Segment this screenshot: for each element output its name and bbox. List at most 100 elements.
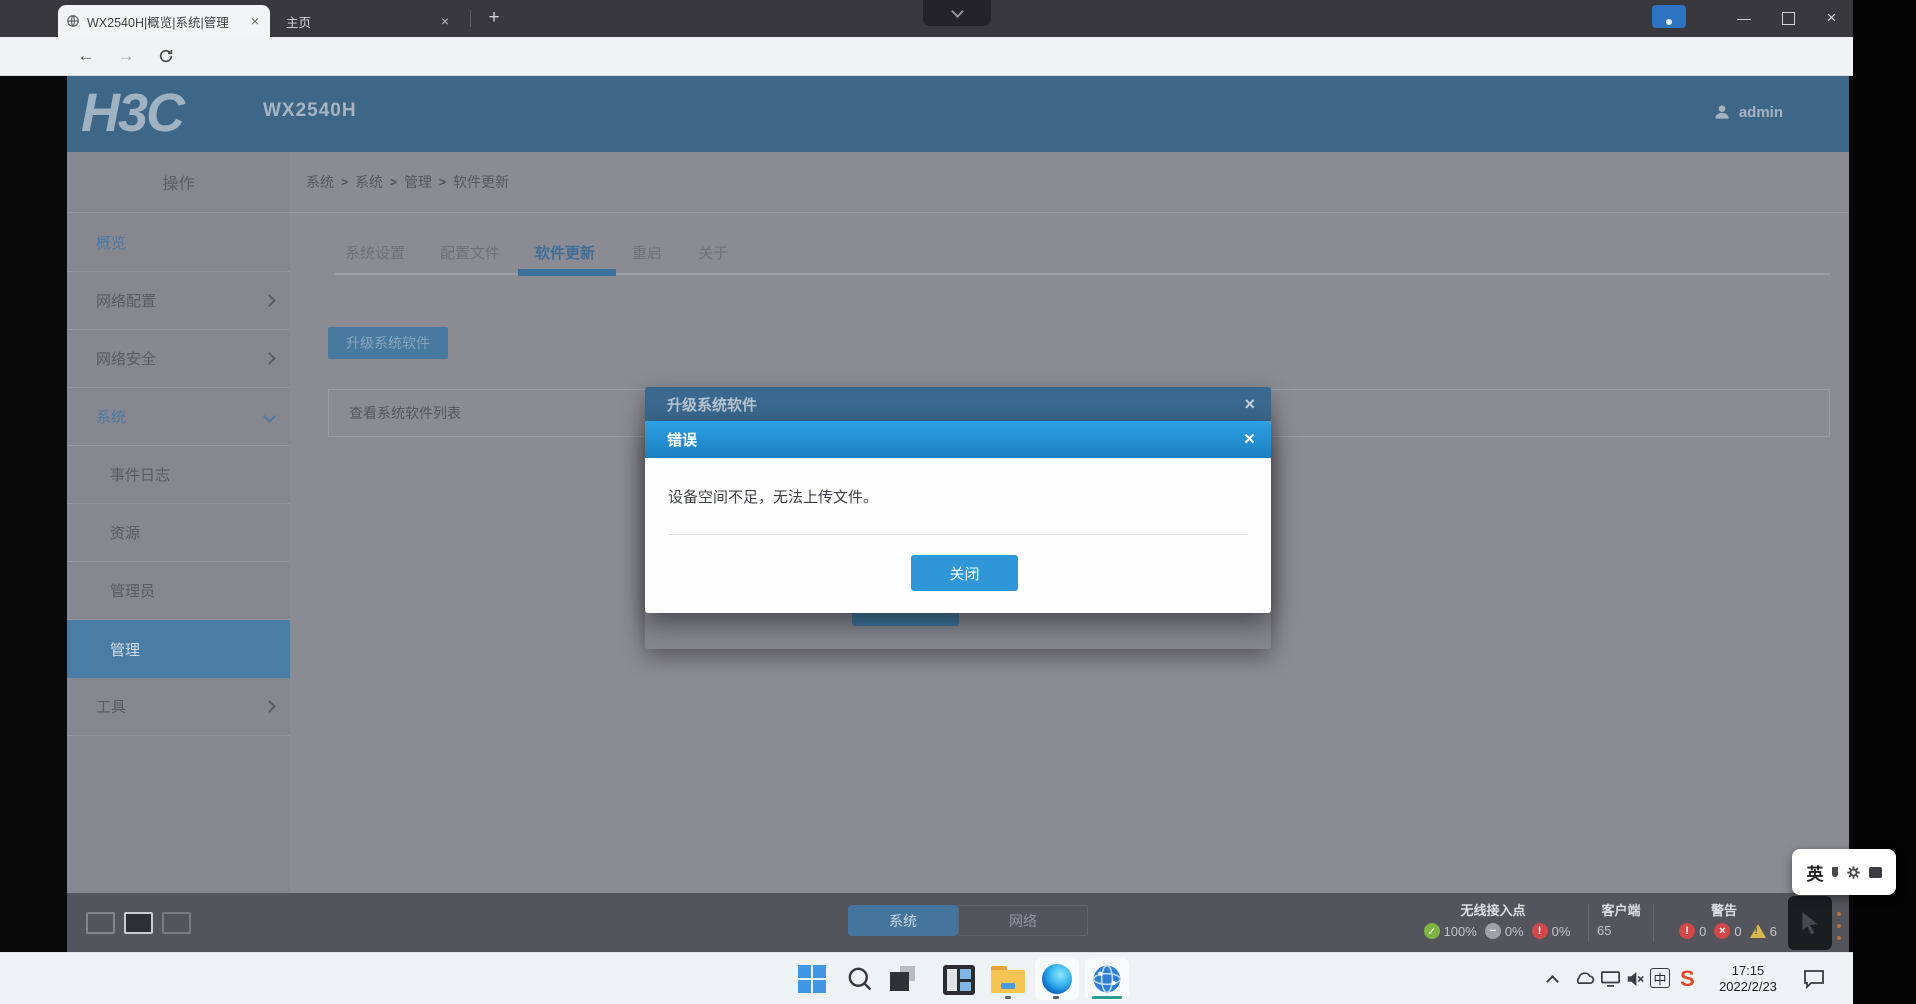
tab-reboot[interactable]: 重启	[632, 242, 662, 263]
forward-button[interactable]: →	[112, 42, 140, 70]
chevron-right-icon	[263, 294, 276, 307]
error-message: 设备空间不足，无法上传文件。	[668, 489, 879, 506]
sidebar-item-tools[interactable]: 工具	[67, 678, 290, 736]
viewer-drag-dots-icon[interactable]	[1837, 912, 1843, 940]
active-app-indicator	[1092, 996, 1122, 999]
browser-tab-home[interactable]: 主页 ×	[278, 8, 460, 34]
footer-network-tab[interactable]: 网络	[958, 905, 1088, 936]
layout-columns-icon[interactable]	[86, 912, 115, 934]
ap-error-value: 0%	[1551, 923, 1571, 939]
tab-title: WX2540H|概览|系统|管理	[87, 15, 229, 30]
tab-title: 主页	[286, 15, 312, 30]
alarm-critical-icon: !	[1679, 923, 1696, 939]
ime-language-icon[interactable]: 中	[1650, 968, 1670, 988]
file-explorer-icon[interactable]	[991, 966, 1025, 993]
ime-toolbox-icon[interactable]	[1868, 866, 1882, 878]
error-dialog: 错误 × 设备空间不足，无法上传文件。 关闭	[645, 421, 1271, 613]
onedrive-cloud-icon[interactable]	[1572, 970, 1596, 991]
ime-mode-label[interactable]: 英	[1807, 860, 1824, 885]
sidebar-item-event-log[interactable]: 事件日志	[67, 446, 290, 504]
ime-toolbar[interactable]: 英	[1792, 849, 1896, 895]
dialog-title: 错误	[667, 432, 698, 449]
sidebar-item-system[interactable]: 系统	[67, 388, 290, 446]
window-minimize-button[interactable]: —	[1722, 4, 1766, 32]
error-dialog-header[interactable]: 错误 ×	[645, 421, 1271, 458]
window-close-button[interactable]: ×	[1810, 4, 1853, 32]
breadcrumb-part[interactable]: 管理	[404, 172, 432, 192]
sidebar-item-network-security[interactable]: 网络安全	[67, 330, 290, 388]
task-view-icon[interactable]	[890, 966, 918, 994]
alarms-status-group[interactable]: 警告 ! 0 × 0 ! 6	[1654, 893, 1794, 952]
remote-viewer-app-icon[interactable]	[1085, 958, 1129, 1000]
search-icon[interactable]	[845, 964, 874, 998]
close-icon[interactable]: ×	[1244, 429, 1255, 451]
edge-browser-icon[interactable]	[1035, 958, 1079, 1000]
tab-system-settings[interactable]: 系统设置	[345, 242, 405, 263]
sidebar-item-label: 系统	[96, 409, 127, 426]
notification-center-icon[interactable]	[1802, 968, 1826, 995]
ime-comma-icon[interactable]	[1831, 867, 1838, 877]
clock-time: 17:15	[1731, 963, 1765, 978]
status-ok-icon: ✓	[1423, 923, 1440, 939]
sidebar-item-resources[interactable]: 资源	[67, 504, 290, 562]
upgrade-software-button[interactable]: 升级系统软件	[328, 327, 448, 359]
display-icon[interactable]	[1601, 971, 1620, 992]
remote-viewer-toolbar-handle[interactable]	[923, 0, 991, 26]
sidebar-item-label: 工具	[96, 699, 127, 716]
reload-button[interactable]	[152, 42, 180, 70]
username-label: admin	[1738, 103, 1783, 121]
chevron-down-icon	[950, 5, 964, 18]
sidebar-item-administrators[interactable]: 管理员	[67, 562, 290, 620]
widgets-app-icon[interactable]	[943, 965, 975, 995]
remote-viewer-pin-icon[interactable]	[1652, 5, 1686, 28]
volume-muted-icon[interactable]	[1626, 971, 1645, 992]
sidebar-item-network-config[interactable]: 网络配置	[67, 272, 290, 330]
cursor-arrow-icon	[1802, 912, 1818, 935]
active-tab-underline	[518, 269, 616, 276]
tab-close-icon[interactable]: ×	[438, 13, 452, 29]
sogou-icon[interactable]: S	[1680, 966, 1695, 992]
close-icon[interactable]: ×	[1244, 394, 1255, 415]
tab-about[interactable]: 关于	[698, 242, 728, 263]
start-button[interactable]	[798, 965, 826, 993]
ap-status-group[interactable]: 无线接入点 ✓ 100% − 0% ! 0%	[1398, 893, 1588, 952]
tab-config-file[interactable]: 配置文件	[440, 242, 500, 263]
tray-expand-icon[interactable]	[1546, 973, 1559, 991]
taskbar-clock[interactable]: 17:15 2022/2/23	[1708, 963, 1788, 995]
user-icon	[1715, 105, 1729, 119]
clock-date: 2022/2/23	[1719, 979, 1777, 994]
breadcrumb: 系统 > 系统 > 管理 > 软件更新	[290, 152, 1849, 213]
app-header: H3C WX2540H admin	[67, 76, 1849, 152]
remote-cursor-indicator[interactable]	[1788, 896, 1832, 950]
browser-tab-active[interactable]: WX2540H|概览|系统|管理 ×	[58, 5, 270, 37]
chevron-right-icon	[263, 352, 276, 365]
breadcrumb-part[interactable]: 系统	[355, 172, 383, 192]
clients-label: 客户端	[1601, 903, 1641, 918]
tab-close-icon[interactable]: ×	[248, 13, 262, 29]
tab-software-update[interactable]: 软件更新	[535, 242, 595, 263]
alarms-label: 警告	[1710, 903, 1737, 918]
panel-title: 查看系统软件列表	[349, 405, 461, 421]
layout-sidebar-icon[interactable]	[124, 912, 153, 934]
sidebar-item-management[interactable]: 管理	[67, 620, 290, 678]
back-button[interactable]: ←	[72, 42, 100, 70]
sidebar-item-label: 事件日志	[110, 467, 171, 484]
ime-settings-gear-icon[interactable]	[1846, 865, 1861, 880]
alarm-warning-icon: !	[1749, 924, 1766, 938]
sidebar-item-label: 网络安全	[96, 351, 157, 368]
new-tab-button[interactable]: +	[480, 6, 508, 30]
footer-system-tab[interactable]: 系统	[848, 905, 958, 936]
user-menu[interactable]: admin	[1712, 102, 1783, 122]
upgrade-dialog-header[interactable]: 升级系统软件 ×	[645, 387, 1271, 421]
window-maximize-button[interactable]	[1766, 0, 1810, 37]
breadcrumb-separator: >	[390, 175, 398, 189]
breadcrumb-part[interactable]: 系统	[306, 172, 334, 192]
chevron-down-icon	[263, 410, 276, 423]
clients-status-group[interactable]: 客户端 65	[1589, 893, 1653, 952]
sidebar-item-overview[interactable]: 概览	[67, 213, 290, 272]
breadcrumb-part[interactable]: 软件更新	[453, 172, 509, 192]
error-close-button[interactable]: 关闭	[911, 555, 1018, 591]
layout-window-icon[interactable]	[162, 912, 191, 934]
globe-favicon-icon	[66, 14, 80, 28]
dialog-title: 升级系统软件	[667, 396, 758, 414]
